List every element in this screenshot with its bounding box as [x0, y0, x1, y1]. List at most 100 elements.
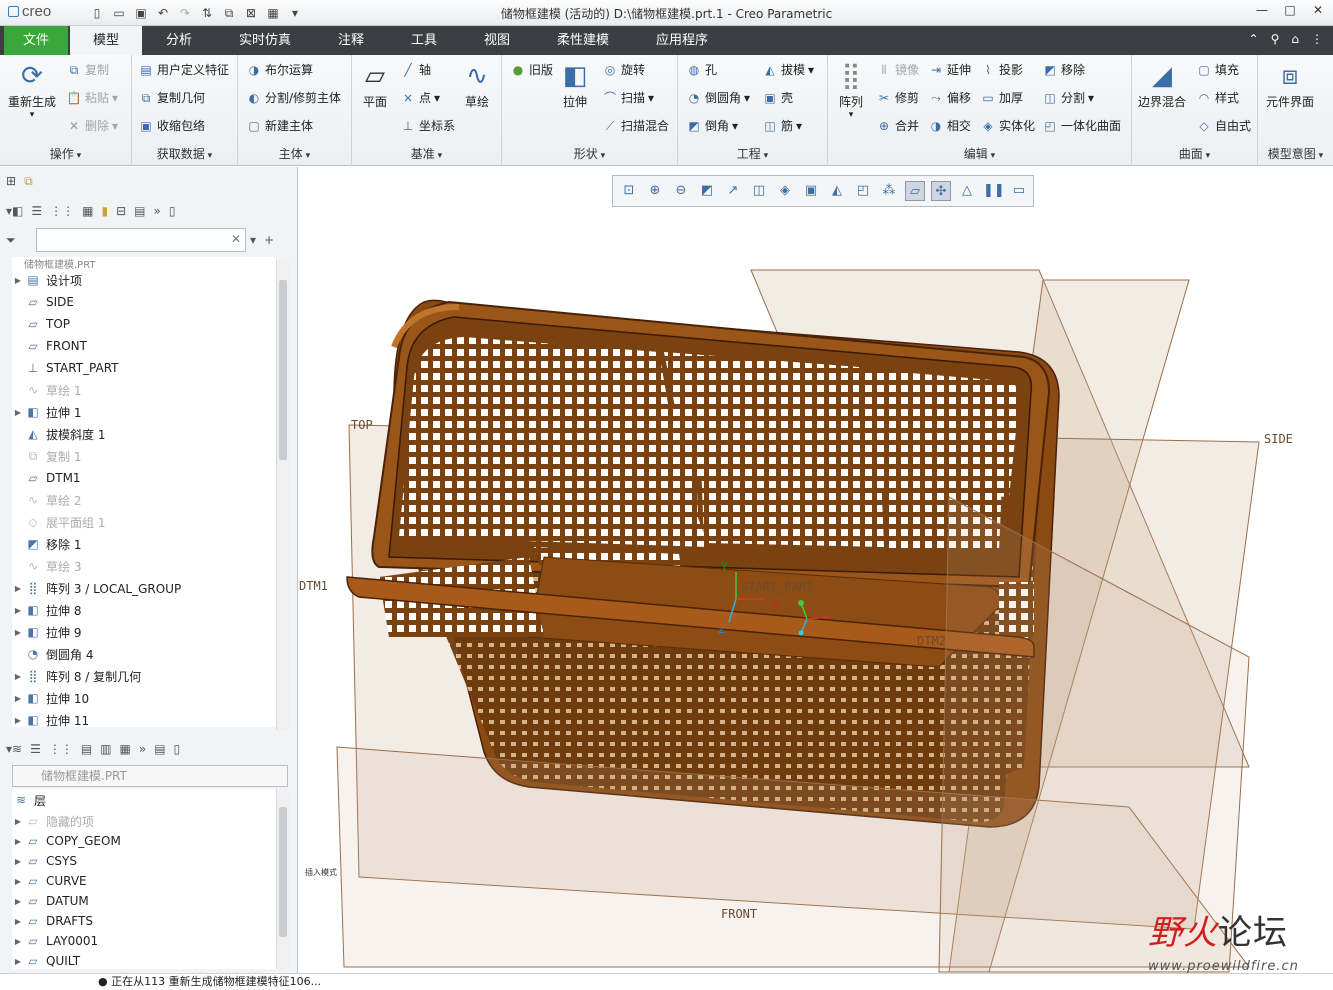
- pause-icon[interactable]: ❚❚: [983, 181, 1005, 201]
- tree-item[interactable]: ◔ 倒圆角 4: [12, 643, 276, 665]
- tree-item[interactable]: ▶ ◧ 拉伸 9: [12, 621, 276, 643]
- tree-item[interactable]: ◇ 展平面组 1: [12, 511, 276, 533]
- tree-item[interactable]: ▱ FRONT: [12, 335, 276, 357]
- draft-button[interactable]: ◭ 拔模 ▾: [762, 61, 814, 78]
- clear-search-icon[interactable]: ✕: [231, 232, 241, 246]
- sweep-button[interactable]: ⌒ 扫描 ▾: [602, 89, 654, 106]
- bookmark-icon[interactable]: ▮: [101, 204, 108, 218]
- tab-view[interactable]: 视图: [466, 26, 528, 55]
- extend-button[interactable]: ⇥ 延伸: [928, 61, 971, 78]
- solidify-button[interactable]: ◈ 实体化: [980, 117, 1035, 134]
- tree-search-input[interactable]: ✕: [36, 228, 246, 252]
- chamfer-button[interactable]: ◩ 倒角 ▾: [686, 117, 738, 134]
- layer-item[interactable]: ▶ ▱ COPY_GEOM: [12, 831, 276, 851]
- trim-button[interactable]: ✂ 修剪: [876, 89, 919, 106]
- tab-flexible-modeling[interactable]: 柔性建模: [542, 26, 624, 55]
- expand-arrow-icon[interactable]: ▶: [12, 957, 24, 966]
- layer-notes-icon[interactable]: ▯: [174, 742, 181, 756]
- regenerate-button[interactable]: ⟳ 重新生成 ▾: [8, 59, 56, 120]
- group-label[interactable]: 主体: [238, 145, 351, 162]
- layer-item[interactable]: ▶ ▱ DATUM: [12, 891, 276, 911]
- minimize-icon[interactable]: —: [1253, 3, 1271, 17]
- tree-item[interactable]: ∿ 草绘 1: [12, 379, 276, 401]
- expand-arrow-icon[interactable]: ▶: [12, 716, 24, 725]
- plane-display-icon[interactable]: ▱: [905, 181, 925, 201]
- saved-views-icon[interactable]: ◫: [749, 181, 769, 201]
- expand-arrow-icon[interactable]: ▶: [12, 584, 24, 593]
- group-label[interactable]: 基准: [352, 145, 501, 162]
- expand-arrow-icon[interactable]: ▶: [12, 817, 24, 826]
- group-label[interactable]: 曲面: [1132, 145, 1257, 162]
- tree-item[interactable]: ⧉ 复制 1: [12, 445, 276, 467]
- tree-item[interactable]: ▶ ⣿ 阵列 3 / LOCAL_GROUP: [12, 577, 276, 599]
- layer-item[interactable]: ▶ ▱ CURVE: [12, 871, 276, 891]
- boolean-button[interactable]: ◑ 布尔运算: [246, 61, 313, 78]
- expand-arrow-icon[interactable]: ▶: [12, 937, 24, 946]
- delete-button[interactable]: ✕ 删除 ▾: [66, 117, 118, 134]
- tree-settings-icon[interactable]: ▦: [82, 204, 93, 218]
- tree-item[interactable]: ∿ 草绘 3: [12, 555, 276, 577]
- layer-item[interactable]: ▶ ▱ CSYS: [12, 851, 276, 871]
- group-label[interactable]: 编辑: [828, 145, 1131, 162]
- axis-button[interactable]: ╱ 轴: [400, 61, 431, 78]
- layer-dropdown-icon[interactable]: ▾≋: [6, 742, 22, 756]
- refit-icon[interactable]: ⊡: [619, 181, 639, 201]
- annotation-display-icon[interactable]: △: [957, 181, 977, 201]
- view-manager-icon[interactable]: ◰: [853, 181, 873, 201]
- search-icon[interactable]: ⚲: [1271, 32, 1280, 46]
- show-icon[interactable]: ▤: [134, 204, 145, 218]
- list-icon[interactable]: ☰: [31, 204, 42, 218]
- point-button[interactable]: × 点 ▾: [400, 89, 440, 106]
- tab-file[interactable]: 文件: [4, 26, 68, 55]
- copy-button[interactable]: ⧉ 复制: [66, 61, 109, 78]
- tree-item[interactable]: ▶ ▤ 设计项: [12, 269, 276, 291]
- shell-button[interactable]: ▣ 壳: [762, 89, 793, 106]
- columns-icon[interactable]: ⋮⋮: [50, 204, 74, 218]
- tab-analysis[interactable]: 分析: [146, 26, 212, 55]
- perspective-icon[interactable]: ▣: [801, 181, 821, 201]
- tree-item[interactable]: ∿ 草绘 2: [12, 489, 276, 511]
- tab-applications[interactable]: 应用程序: [640, 26, 724, 55]
- collapse-ribbon-icon[interactable]: ⌃: [1249, 32, 1259, 46]
- layer-model-select[interactable]: 储物框建模.PRT: [12, 765, 288, 787]
- layer-show-icon[interactable]: ▤: [81, 742, 92, 756]
- model-tree-dropdown-icon[interactable]: ▾◧: [6, 204, 23, 218]
- tree-item[interactable]: ▱ SIDE: [12, 291, 276, 313]
- expand-arrow-icon[interactable]: ▶: [12, 276, 24, 285]
- layer-isolate-icon[interactable]: ▦: [120, 742, 131, 756]
- scrollbar-thumb[interactable]: [279, 280, 287, 460]
- tree-item[interactable]: ◭ 拔模斜度 1: [12, 423, 276, 445]
- pattern-button[interactable]: ⣿ 阵列 ▾: [834, 59, 868, 120]
- folder-browser-tab-icon[interactable]: ⧉: [24, 174, 33, 189]
- notes-icon[interactable]: ▯: [169, 204, 176, 218]
- more-tools-icon[interactable]: »: [154, 204, 161, 218]
- thicken-button[interactable]: ▭ 加厚: [980, 89, 1023, 106]
- new-body-button[interactable]: ▢ 新建主体: [246, 117, 313, 134]
- section-icon[interactable]: ◭: [827, 181, 847, 201]
- tree-item[interactable]: ▶ ◧ 拉伸 1: [12, 401, 276, 423]
- plane-button[interactable]: ▱ 平面: [358, 59, 392, 110]
- tab-model[interactable]: 模型: [70, 26, 142, 55]
- mirror-button[interactable]: ⫴ 镜像: [876, 61, 919, 78]
- freestyle-button[interactable]: ◇ 自由式: [1196, 117, 1251, 134]
- expand-arrow-icon[interactable]: ▶: [12, 857, 24, 866]
- layer-item[interactable]: ▶ ▱ DRAFTS: [12, 911, 276, 931]
- tree-item[interactable]: ▶ ◧ 拉伸 11: [12, 709, 276, 727]
- expand-arrow-icon[interactable]: ▶: [12, 877, 24, 886]
- tree-item[interactable]: ▶ ◧ 拉伸 10: [12, 687, 276, 709]
- offset-button[interactable]: ⤳ 偏移: [928, 89, 971, 106]
- legacy-button[interactable]: ● 旧版: [510, 61, 553, 78]
- expand-arrow-icon[interactable]: ▶: [12, 837, 24, 846]
- rib-button[interactable]: ◫ 筋 ▾: [762, 117, 802, 134]
- reorient-icon[interactable]: ↗: [723, 181, 743, 201]
- model-tree-root[interactable]: 储物框建模.PRT: [12, 257, 276, 270]
- tab-tools[interactable]: 工具: [392, 26, 456, 55]
- component-interface-button[interactable]: ⧈ 元件界面: [1266, 59, 1314, 110]
- repaint-icon[interactable]: ◩: [697, 181, 717, 201]
- layer-props-icon[interactable]: ▤: [154, 742, 165, 756]
- merge-button[interactable]: ⊕ 合并: [876, 117, 919, 134]
- group-label[interactable]: 获取数据: [132, 145, 237, 162]
- expand-arrow-icon[interactable]: ▶: [12, 672, 24, 681]
- unify-surface-button[interactable]: ◰ 一体化曲面: [1042, 117, 1121, 134]
- tree-item[interactable]: ▱ TOP: [12, 313, 276, 335]
